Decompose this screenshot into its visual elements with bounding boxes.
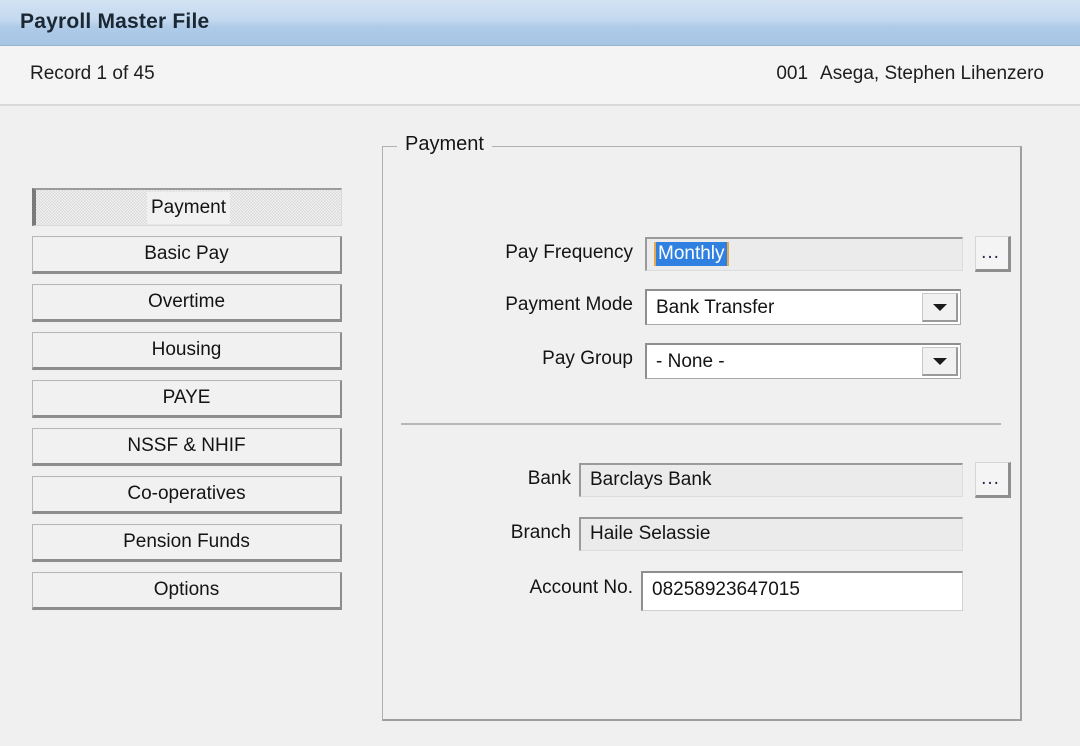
pay-group-label: Pay Group xyxy=(542,348,633,370)
chevron-down-icon[interactable] xyxy=(922,347,958,376)
pay-frequency-value: Monthly xyxy=(654,242,729,266)
nav-button-basic-pay[interactable]: Basic Pay xyxy=(32,236,342,274)
nav-button-paye[interactable]: PAYE xyxy=(32,380,342,418)
chevron-down-icon[interactable] xyxy=(922,293,958,322)
account-no-value: 08258923647015 xyxy=(652,579,800,600)
pay-frequency-input[interactable]: Monthly xyxy=(645,237,963,271)
nav-button-pension-funds[interactable]: Pension Funds xyxy=(32,524,342,562)
branch-label: Branch xyxy=(511,522,571,544)
field-row-bank: Bank Barclays Bank ... xyxy=(383,463,1023,497)
payment-mode-value: Bank Transfer xyxy=(656,293,918,323)
bank-label: Bank xyxy=(528,468,571,490)
ellipsis-icon: ... xyxy=(976,244,1005,262)
payment-mode-label: Payment Mode xyxy=(505,294,633,316)
nav-button-housing[interactable]: Housing xyxy=(32,332,342,370)
nav-button-nssf-nhif-label: NSSF & NHIF xyxy=(123,429,249,463)
nav-button-housing-label: Housing xyxy=(148,333,226,367)
nav-button-paye-label: PAYE xyxy=(159,381,215,415)
field-row-payment-mode: Payment Mode Bank Transfer xyxy=(383,289,1023,323)
nav-button-co-operatives[interactable]: Co-operatives xyxy=(32,476,342,514)
nav-button-nssf-nhif[interactable]: NSSF & NHIF xyxy=(32,428,342,466)
record-header-bar: Record 1 of 45 001 Asega, Stephen Lihenze… xyxy=(0,46,1080,106)
bank-browse-button[interactable]: ... xyxy=(975,462,1011,498)
bank-value: Barclays Bank xyxy=(590,469,711,490)
payment-group-box: Payment Pay Frequency Monthly ... Paymen… xyxy=(382,146,1022,721)
nav-button-pension-funds-label: Pension Funds xyxy=(119,525,254,559)
pay-group-value: - None - xyxy=(656,347,918,377)
branch-input[interactable]: Haile Selassie xyxy=(579,517,963,551)
section-nav-panel: Payment Basic Pay Overtime Housing PAYE … xyxy=(32,188,342,620)
nav-button-co-operatives-label: Co-operatives xyxy=(123,477,249,511)
field-row-account-no: Account No. 08258923647015 xyxy=(383,571,1023,605)
field-row-pay-group: Pay Group - None - xyxy=(383,343,1023,377)
nav-button-options-label: Options xyxy=(150,573,223,607)
client-area: Payment Basic Pay Overtime Housing PAYE … xyxy=(0,108,1080,746)
nav-button-payment[interactable]: Payment xyxy=(32,188,342,226)
account-no-input[interactable]: 08258923647015 xyxy=(641,571,963,611)
nav-button-payment-label: Payment xyxy=(147,192,230,224)
section-divider xyxy=(401,423,1001,425)
pay-frequency-label: Pay Frequency xyxy=(505,242,633,264)
field-row-branch: Branch Haile Selassie xyxy=(383,517,1023,551)
payroll-master-file-window: Payroll Master File Record 1 of 45 001 As… xyxy=(0,0,1080,746)
window-title: Payroll Master File xyxy=(20,10,209,34)
record-position-label: Record 1 of 45 xyxy=(30,63,155,85)
ellipsis-icon: ... xyxy=(976,470,1005,488)
record-employee-info: 001 Asega, Stephen Lihenzero xyxy=(776,63,1044,85)
payment-group-legend: Payment xyxy=(397,133,492,156)
account-no-label: Account No. xyxy=(530,577,634,599)
pay-group-combobox[interactable]: - None - xyxy=(645,343,961,379)
employee-code: 001 xyxy=(776,63,808,84)
nav-button-basic-pay-label: Basic Pay xyxy=(140,237,232,271)
employee-name: Asega, Stephen Lihenzero xyxy=(820,63,1044,84)
nav-button-options[interactable]: Options xyxy=(32,572,342,610)
window-title-bar: Payroll Master File xyxy=(0,0,1080,46)
branch-value: Haile Selassie xyxy=(590,523,710,544)
nav-button-overtime[interactable]: Overtime xyxy=(32,284,342,322)
bank-input[interactable]: Barclays Bank xyxy=(579,463,963,497)
field-row-pay-frequency: Pay Frequency Monthly ... xyxy=(383,237,1023,271)
payment-mode-combobox[interactable]: Bank Transfer xyxy=(645,289,961,325)
nav-button-overtime-label: Overtime xyxy=(144,285,229,319)
pay-frequency-browse-button[interactable]: ... xyxy=(975,236,1011,272)
